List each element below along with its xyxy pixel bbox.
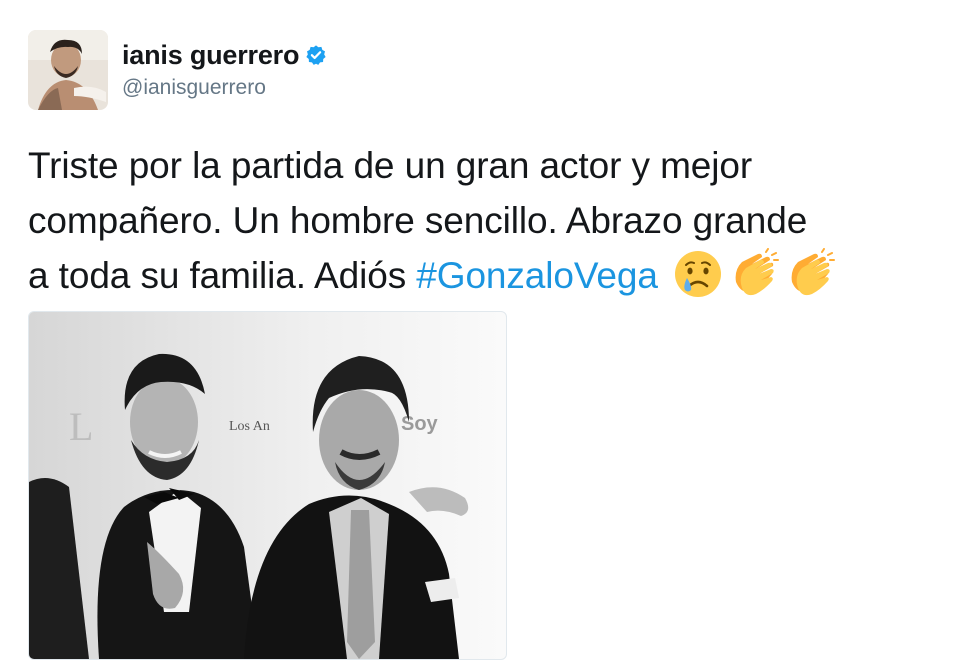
tweet-card: ianis guerrero @ianisguerrero Triste por…	[0, 0, 955, 672]
tweet-text-line-1: Triste por la partida de un gran actor y…	[28, 145, 753, 186]
name-row: ianis guerrero	[122, 40, 327, 70]
clapping-hands-emoji-icon	[784, 248, 836, 300]
clapping-hands-emoji-icon	[728, 248, 780, 300]
user-names: ianis guerrero @ianisguerrero	[122, 40, 327, 100]
hashtag-link[interactable]: #GonzaloVega	[416, 255, 658, 296]
tweet-text-line-2: compañero. Un hombre sencillo. Abrazo gr…	[28, 200, 808, 241]
tweet-text-line-3: a toda su familia. Adiós	[28, 255, 417, 296]
tweet-photo[interactable]: L Los An Soy	[28, 311, 507, 660]
backdrop-letters: L	[69, 404, 93, 449]
avatar[interactable]	[28, 30, 108, 110]
backdrop-text-right: Soy	[401, 413, 439, 435]
display-name[interactable]: ianis guerrero	[122, 40, 299, 71]
crying-face-emoji-icon	[672, 248, 724, 300]
user-handle[interactable]: @ianisguerrero	[122, 76, 327, 100]
backdrop-text-left: Los An	[229, 419, 270, 434]
verified-badge-icon	[305, 44, 327, 66]
tweet-text: Triste por la partida de un gran actor y…	[28, 138, 948, 303]
tweet-header: ianis guerrero @ianisguerrero	[28, 30, 327, 110]
